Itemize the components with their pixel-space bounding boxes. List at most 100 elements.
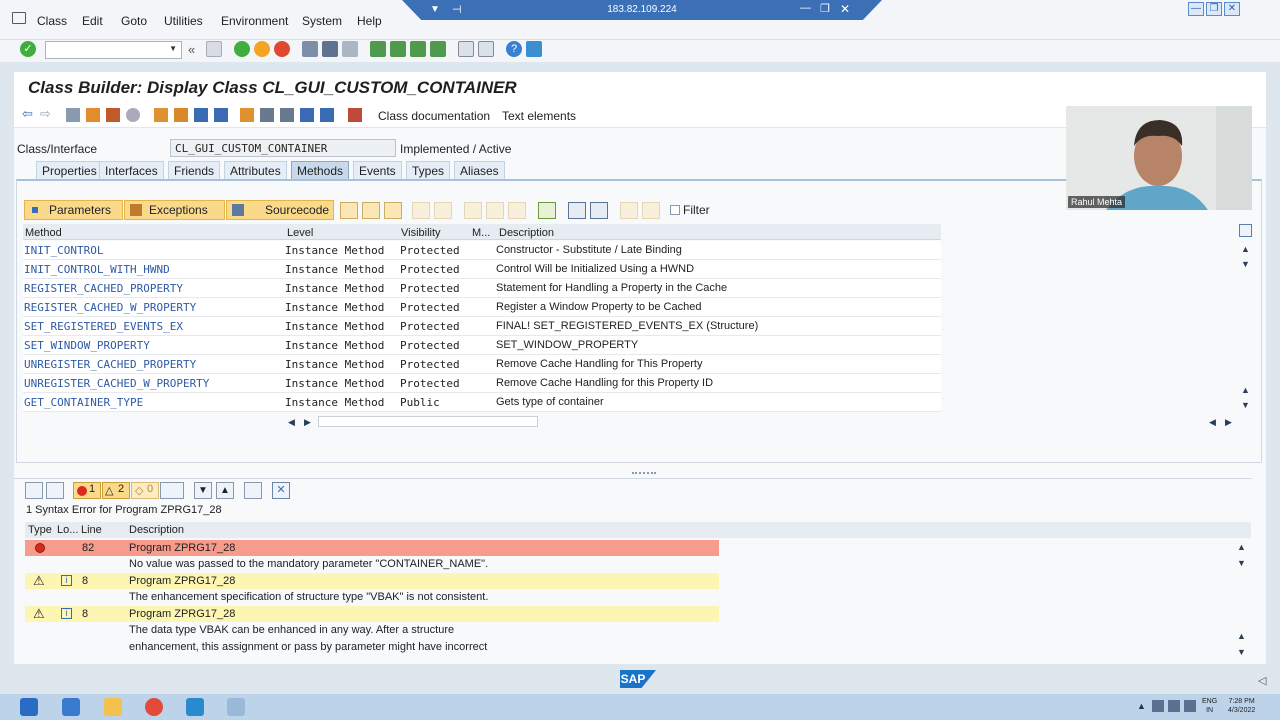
scroll-right-arrow-icon[interactable]: ▶ xyxy=(304,417,311,428)
table-row[interactable]: REGISTER_CACHED_PROPERTY Instance Method… xyxy=(23,279,941,298)
last-page-icon[interactable] xyxy=(430,41,446,57)
tab-interfaces[interactable]: Interfaces xyxy=(99,161,164,179)
column-header-method[interactable]: Method xyxy=(25,227,62,239)
detail-view-icon[interactable] xyxy=(340,202,358,219)
sap-gui-icon[interactable] xyxy=(186,698,204,716)
exit-icon[interactable] xyxy=(254,41,270,57)
arrow-down-icon[interactable]: ▼ xyxy=(194,482,212,499)
collapse-icon[interactable]: « xyxy=(188,42,195,57)
method-name[interactable]: GET_CONTAINER_TYPE xyxy=(24,396,143,409)
notepad-icon[interactable] xyxy=(227,698,245,716)
column-header-type[interactable]: Type xyxy=(28,524,52,536)
start-icon[interactable] xyxy=(20,698,38,716)
chevron-down-icon[interactable]: ▼ xyxy=(169,44,177,53)
scroll-up-arrow-icon[interactable]: ▲ xyxy=(1237,542,1246,552)
scroll-down-arrow-icon[interactable]: ▼ xyxy=(1241,259,1250,269)
export-icon[interactable] xyxy=(538,202,556,219)
enter-check-icon[interactable]: ✓ xyxy=(20,41,36,57)
export-list-icon[interactable] xyxy=(244,482,262,499)
move-method-icon[interactable] xyxy=(384,202,402,219)
warnings-filter-button[interactable]: △ 2 xyxy=(102,482,130,499)
method-name[interactable]: INIT_CONTROL_WITH_HWND xyxy=(24,263,170,276)
copy-method-icon[interactable] xyxy=(362,202,380,219)
horizontal-scrollbar[interactable] xyxy=(318,416,538,427)
method-name[interactable]: INIT_CONTROL xyxy=(24,244,103,257)
menu-class[interactable]: Class xyxy=(37,14,67,28)
forward-arrow-icon[interactable]: ⇨ xyxy=(40,106,54,121)
binoculars-icon[interactable] xyxy=(568,202,586,219)
system-clock[interactable]: 7:28 PM 4/3/2022 xyxy=(1228,697,1255,715)
copy-icon[interactable] xyxy=(486,202,504,219)
notifications-icon[interactable]: ◁ xyxy=(1258,674,1266,687)
menu-help[interactable]: Help xyxy=(357,14,382,28)
back-icon[interactable] xyxy=(234,41,250,57)
menu-system[interactable]: System xyxy=(302,14,342,28)
command-field[interactable]: ▼ xyxy=(45,41,182,59)
navigate-icon[interactable] xyxy=(25,482,43,499)
scroll-down-arrow-icon[interactable]: ▼ xyxy=(1237,647,1246,657)
minimize-icon[interactable]: — xyxy=(1188,2,1204,16)
arrow-up-icon[interactable]: ▲ xyxy=(216,482,234,499)
filter-toolbar-icon[interactable] xyxy=(300,108,314,122)
menu-environment[interactable]: Environment xyxy=(221,14,288,28)
scroll-down-arrow-icon[interactable]: ▼ xyxy=(1237,558,1246,568)
print-icon[interactable] xyxy=(302,41,318,57)
table-row[interactable]: SET_REGISTERED_EVENTS_EX Instance Method… xyxy=(23,317,941,336)
infos-filter-button[interactable]: ◇ 0 xyxy=(131,482,159,499)
shortcut-icon[interactable] xyxy=(478,41,494,57)
remote-menu-icon[interactable]: ▼ xyxy=(430,4,440,15)
method-name[interactable]: SET_REGISTERED_EVENTS_EX xyxy=(24,320,183,333)
active-inactive-icon[interactable] xyxy=(86,108,100,122)
back-arrow-icon[interactable]: ⇦ xyxy=(22,106,36,121)
cancel-icon[interactable] xyxy=(274,41,290,57)
activate-icon[interactable] xyxy=(126,108,140,122)
table-row[interactable]: UNREGISTER_CACHED_W_PROPERTY Instance Me… xyxy=(23,374,941,393)
table-row[interactable]: INIT_CONTROL Instance Method Protected C… xyxy=(23,241,941,260)
table-row[interactable]: SET_WINDOW_PROPERTY Instance Method Prot… xyxy=(23,336,941,355)
column-header-line[interactable]: Line xyxy=(81,524,102,536)
remote-close-icon[interactable]: ✕ xyxy=(840,2,850,16)
remote-minimize-icon[interactable]: — xyxy=(800,2,811,14)
menu-edit[interactable]: Edit xyxy=(82,14,103,28)
first-page-icon[interactable] xyxy=(370,41,386,57)
paste-icon[interactable] xyxy=(508,202,526,219)
tab-properties[interactable]: Properties xyxy=(36,161,103,179)
wifi-icon[interactable] xyxy=(1184,700,1196,712)
table-row[interactable]: REGISTER_CACHED_W_PROPERTY Instance Meth… xyxy=(23,298,941,317)
scroll-up-arrow-icon[interactable]: ▲ xyxy=(1241,244,1250,254)
method-name[interactable]: UNREGISTER_CACHED_PROPERTY xyxy=(24,358,196,371)
network-icon[interactable] xyxy=(1152,700,1164,712)
volume-icon[interactable] xyxy=(1168,700,1180,712)
tray-expand-icon[interactable]: ▲ xyxy=(1137,701,1146,711)
column-header-error-description[interactable]: Description xyxy=(129,524,184,536)
column-header-location[interactable]: Lo... xyxy=(57,524,78,536)
remote-restore-icon[interactable]: ❐ xyxy=(820,2,830,15)
text-elements-button[interactable]: Text elements xyxy=(502,109,576,123)
exceptions-button[interactable]: Exceptions xyxy=(124,200,225,220)
scroll-left-arrow-icon[interactable]: ◀ xyxy=(1209,417,1216,428)
parameters-button[interactable]: Parameters xyxy=(24,200,123,220)
new-session-icon[interactable] xyxy=(458,41,474,57)
file-explorer-icon[interactable] xyxy=(104,698,122,716)
restore-icon[interactable]: ❐ xyxy=(1206,2,1222,16)
sap-menu-icon[interactable] xyxy=(12,12,26,24)
method-name[interactable]: UNREGISTER_CACHED_W_PROPERTY xyxy=(24,377,209,390)
help-icon[interactable]: ? xyxy=(506,41,522,57)
table-row[interactable]: GET_CONTAINER_TYPE Instance Method Publi… xyxy=(23,393,941,412)
table-row[interactable]: UNREGISTER_CACHED_PROPERTY Instance Meth… xyxy=(23,355,941,374)
class-interface-input[interactable]: CL_GUI_CUSTOM_CONTAINER xyxy=(170,139,396,157)
superclass-icon[interactable] xyxy=(240,108,254,122)
scroll-left-arrow-icon[interactable]: ◀ xyxy=(288,417,295,428)
edit-pencil-icon[interactable] xyxy=(46,482,64,499)
table-icon[interactable] xyxy=(280,108,294,122)
tab-types[interactable]: Types xyxy=(406,161,451,179)
pin-icon[interactable]: ⊣ xyxy=(452,3,462,16)
scroll-up-arrow-icon[interactable]: ▲ xyxy=(1241,385,1250,395)
sap-logon-icon[interactable] xyxy=(62,698,80,716)
find-next-binoculars-icon[interactable] xyxy=(590,202,608,219)
method-name[interactable]: SET_WINDOW_PROPERTY xyxy=(24,339,150,352)
chrome-icon[interactable] xyxy=(145,698,163,716)
sourcecode-button[interactable]: Sourcecode xyxy=(226,200,334,220)
error-row[interactable]: 82 Program ZPRG17_28 xyxy=(25,540,719,556)
next-page-icon[interactable] xyxy=(410,41,426,57)
